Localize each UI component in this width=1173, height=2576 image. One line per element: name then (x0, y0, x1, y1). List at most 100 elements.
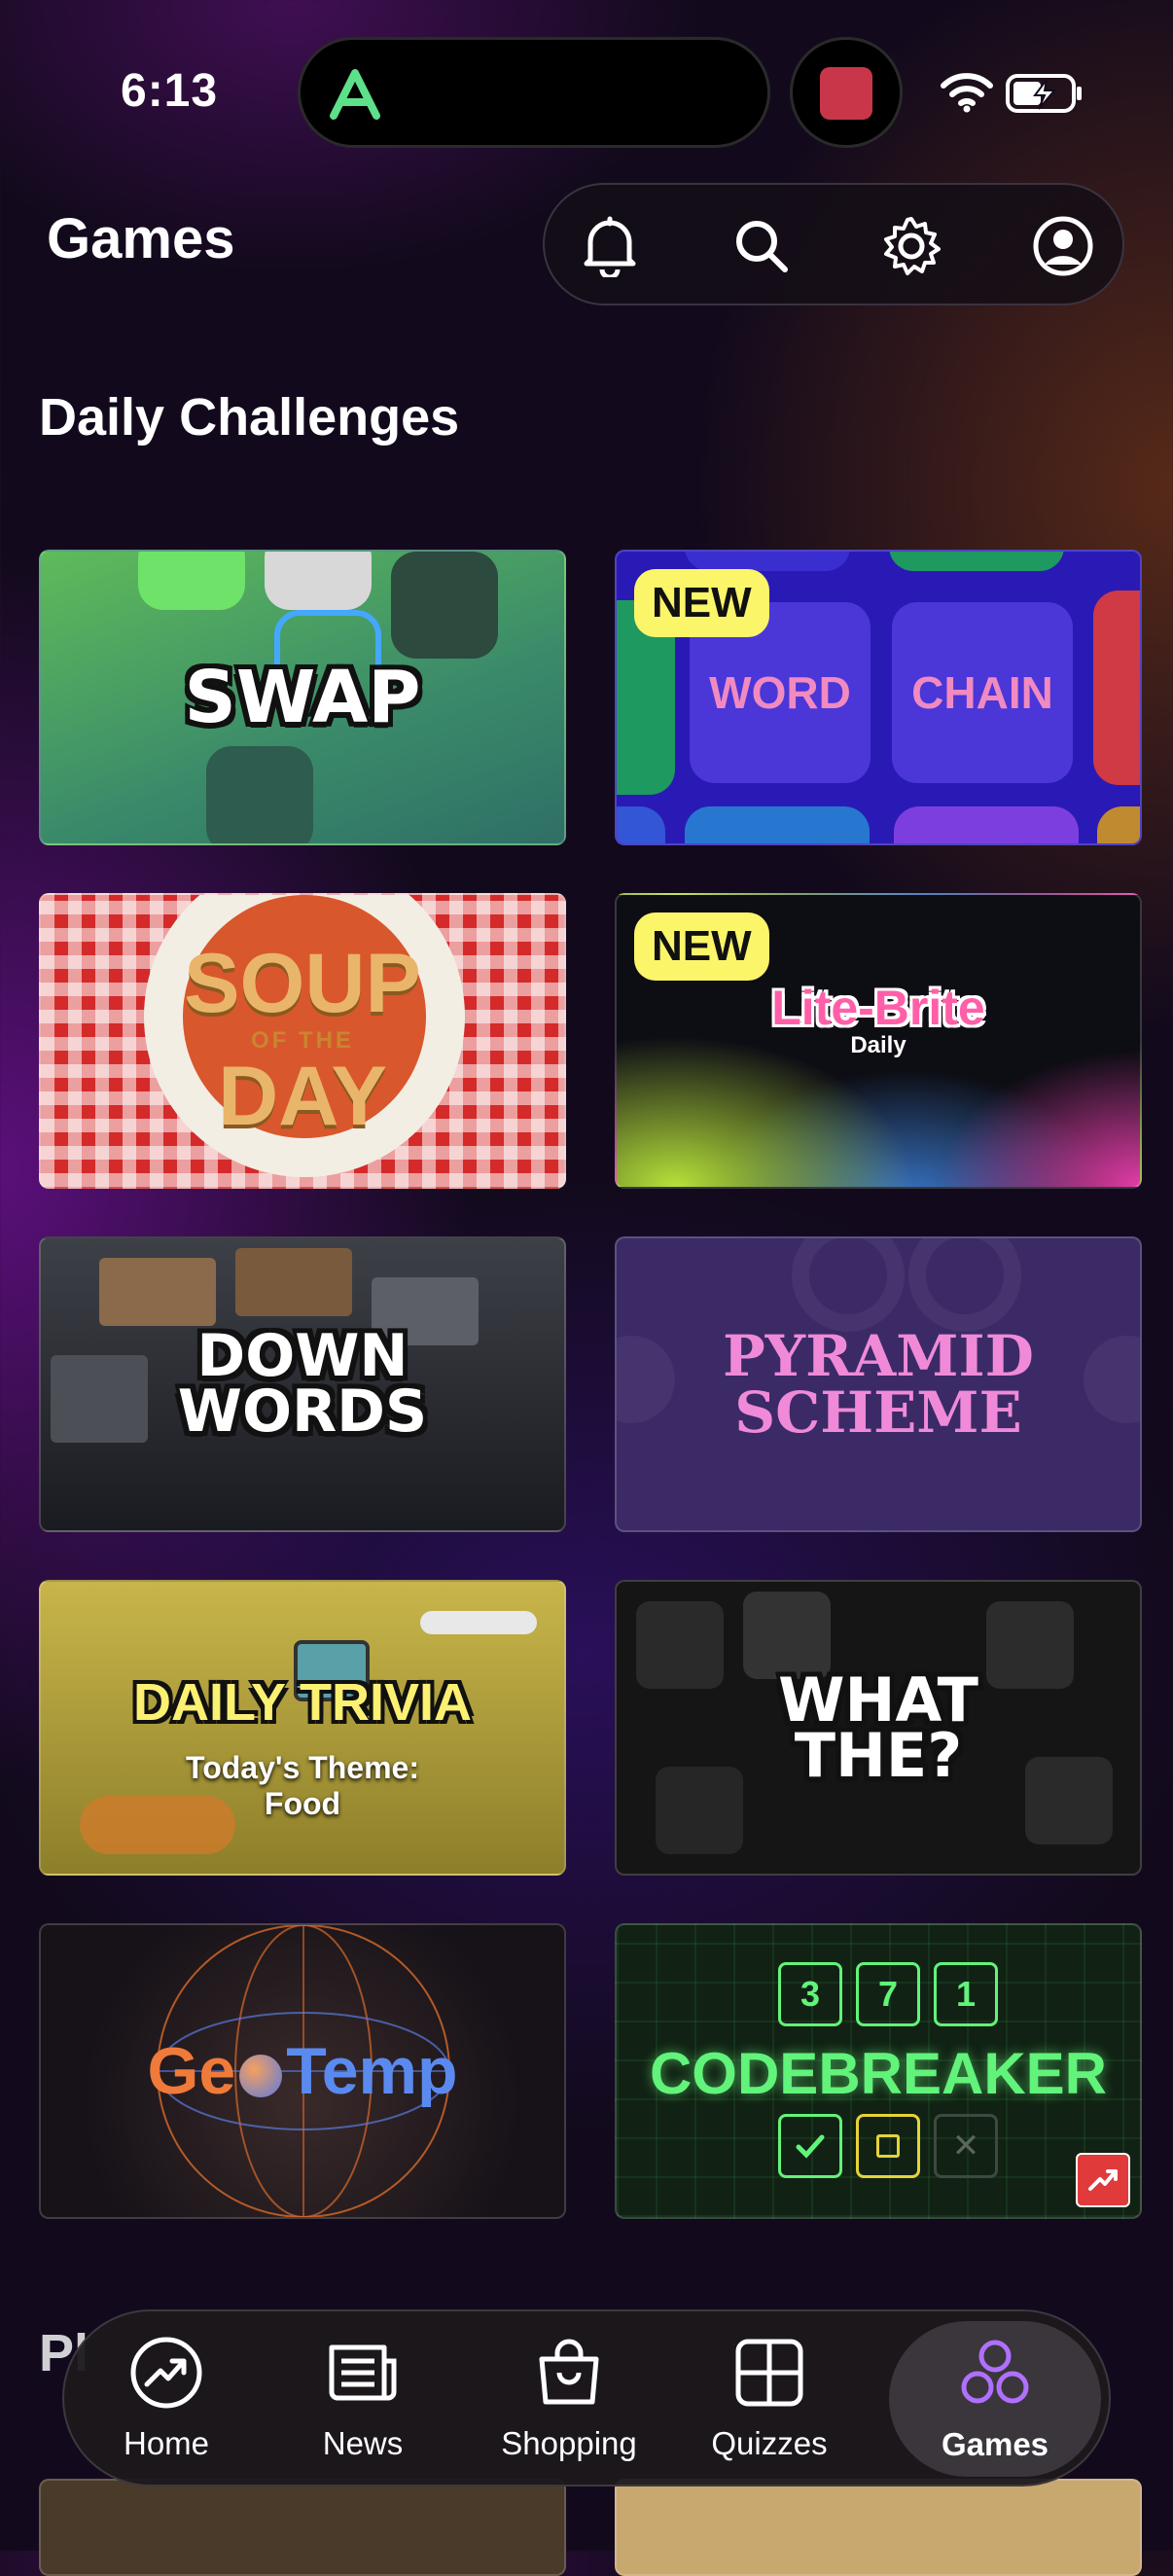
decor-tile (391, 552, 498, 659)
code-digit: 1 (934, 1962, 998, 2026)
lite-brite-logo: Lite-Brite Daily (771, 980, 984, 1059)
games-icon (961, 2340, 1029, 2404)
plane-decor (420, 1611, 537, 1634)
game-card-daily-trivia[interactable]: DAILY TRIVIA Today's Theme: Food (39, 1580, 566, 1876)
chain-tile: CHAIN (892, 602, 1073, 783)
word-chain-chain: CHAIN (911, 667, 1053, 718)
live-activity-icon (820, 67, 872, 120)
down-words-line2: WORDS (177, 1377, 428, 1446)
new-badge: NEW (634, 569, 769, 637)
code-digits: 3 7 1 (778, 1962, 998, 2026)
page-title: Games (47, 207, 235, 270)
game-card-codebreaker[interactable]: 3 7 1 CODEBREAKER ✕ (615, 1923, 1142, 2219)
decor-tile (1093, 590, 1140, 785)
decor-tile (685, 552, 850, 571)
decor-tile (685, 806, 870, 843)
decor-tile (99, 1258, 216, 1326)
down-words-line1: DOWN (196, 1322, 409, 1390)
game-card-down-words[interactable]: DOWN WORDS (39, 1236, 566, 1532)
profile-button[interactable] (1029, 212, 1097, 280)
decor-tile (889, 552, 1064, 571)
bell-icon (584, 216, 636, 277)
code-digit: 3 (778, 1962, 842, 2026)
soup-line1: SOUP (184, 936, 421, 1030)
game-card-peek[interactable] (39, 2479, 566, 2576)
dynamic-island (298, 37, 770, 148)
tab-quizzes-label: Quizzes (711, 2425, 828, 2461)
decor-tile (656, 1767, 743, 1854)
geotemp-part1: Ge (147, 2034, 236, 2108)
code-feedback: ✕ (778, 2114, 998, 2178)
soup-line3: DAY (218, 1050, 387, 1144)
lite-brite-title: Lite-Brite (771, 981, 985, 1035)
tab-news-label: News (322, 2425, 404, 2461)
search-icon (736, 221, 788, 272)
live-activity-indicator (790, 37, 903, 148)
trivia-title: DAILY TRIVIA (132, 1673, 473, 1732)
gear-icon (884, 217, 941, 275)
tab-shopping[interactable]: Shopping (477, 2311, 661, 2485)
game-card-swap[interactable]: SWAP (39, 550, 566, 845)
pyramid-line1: PYRAMID (723, 1323, 1034, 1389)
decor-ring (617, 1336, 675, 1423)
battery-charging-icon (1006, 74, 1082, 113)
decor-tile (986, 1601, 1074, 1689)
what-the-logo: WHAT THE? (778, 1669, 978, 1791)
bottom-tab-bar: Home News Shopping Quizzes Games (62, 2309, 1111, 2487)
down-words-logo: DOWN WORDS (177, 1322, 428, 1446)
decor-tile (617, 806, 665, 843)
tab-quizzes[interactable]: Quizzes (687, 2311, 852, 2485)
decor-tile (265, 552, 372, 610)
trending-icon (130, 2337, 202, 2409)
soup-logo: SOUP OF THE DAY (184, 936, 421, 1144)
trivia-theme-label: Today's Theme: (186, 1750, 419, 1785)
settings-button[interactable] (877, 212, 945, 280)
what-the-line2: THE? (794, 1720, 963, 1791)
soup-line2: OF THE (250, 1026, 354, 1054)
news-icon (329, 2344, 397, 2401)
new-badge: NEW (634, 912, 769, 981)
decor-tile (235, 1248, 352, 1316)
quizzes-grid-icon (735, 2339, 803, 2407)
decor-tile (1097, 806, 1140, 843)
game-card-peek[interactable] (615, 2479, 1142, 2576)
decor-tile (1025, 1757, 1113, 1844)
check-icon (778, 2114, 842, 2178)
search-button[interactable] (728, 212, 796, 280)
tab-home-label: Home (123, 2425, 210, 2461)
word-chain-word: WORD (709, 667, 851, 718)
shopping-bag-icon (539, 2339, 599, 2405)
tab-home[interactable]: Home (84, 2311, 249, 2485)
codebreaker-title: CODEBREAKER (649, 2041, 1108, 2106)
decor-tile (206, 746, 313, 843)
notifications-button[interactable] (576, 212, 644, 280)
swap-logo: SWAP (184, 656, 421, 739)
code-digit: 7 (856, 1962, 920, 2026)
pyramid-logo: PYRAMID SCHEME (723, 1328, 1034, 1441)
section-title: Daily Challenges (39, 388, 460, 447)
decor-tile (51, 1355, 148, 1443)
app-logo-icon (330, 69, 380, 120)
decor-tile (138, 552, 245, 610)
trivia-theme-value: Food (264, 1786, 341, 1821)
pyramid-line2: SCHEME (734, 1379, 1022, 1446)
game-card-word-chain[interactable]: WORD CHAIN NEW (615, 550, 1142, 845)
decor-tile (636, 1601, 724, 1689)
geotemp-part2: Temp (286, 2034, 458, 2108)
status-time: 6:13 (121, 65, 219, 117)
globe-icon (239, 2055, 283, 2097)
tab-news[interactable]: News (280, 2311, 445, 2485)
game-card-soup-of-the-day[interactable]: SOUP OF THE DAY (39, 893, 566, 1189)
trivia-logo: DAILY TRIVIA Today's Theme: Food (133, 1633, 472, 1822)
game-card-pyramid-scheme[interactable]: PYRAMID SCHEME (615, 1236, 1142, 1532)
decor-ring (1084, 1336, 1140, 1423)
game-card-geotemp[interactable]: Ge Temp (39, 1923, 566, 2219)
account-icon (1033, 216, 1093, 276)
decor-ring (908, 1238, 1021, 1332)
game-card-lite-brite[interactable]: Lite-Brite Daily NEW (615, 893, 1142, 1189)
partial-match-icon (856, 2114, 920, 2178)
decor-ring (792, 1238, 905, 1332)
game-card-what-the[interactable]: WHAT THE? (615, 1580, 1142, 1876)
geotemp-logo: Ge Temp (147, 2033, 457, 2109)
tab-games[interactable]: Games (889, 2321, 1101, 2477)
